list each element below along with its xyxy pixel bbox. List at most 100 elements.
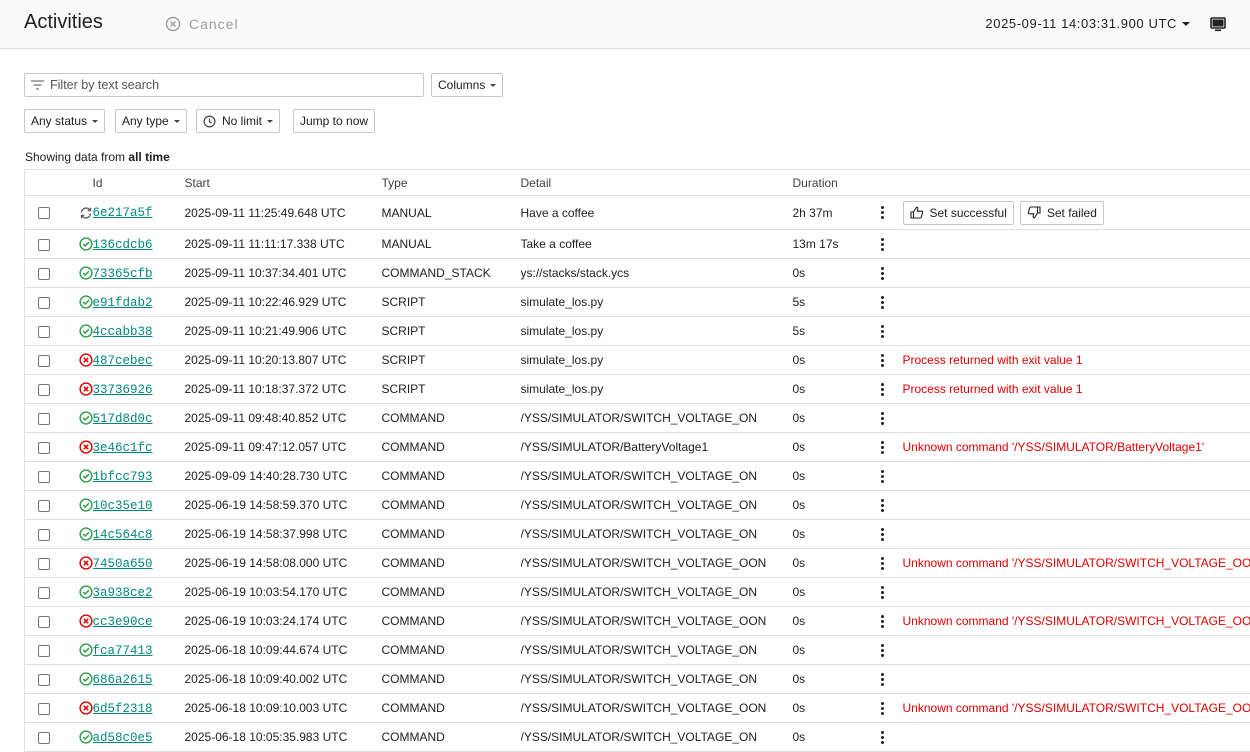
table-row[interactable]: cc3e90ce 2025-06-19 10:03:24.174 UTC COMMA… [24, 606, 1250, 636]
status-cell [61, 490, 93, 520]
table-row[interactable]: 686a2615 2025-06-18 10:09:40.002 UTC COMMA… [24, 664, 1250, 694]
table-row[interactable]: 136cdcb6 2025-09-11 11:11:17.338 UTC MANUA… [24, 229, 1250, 259]
jump-to-now-button[interactable]: Jump to now [293, 109, 376, 133]
column-header-start[interactable]: Start [184, 169, 382, 196]
more-vert-icon[interactable] [880, 613, 885, 630]
caret-down-icon [490, 83, 497, 87]
more-vert-icon[interactable] [880, 526, 885, 543]
more-vert-icon[interactable] [880, 381, 885, 398]
activity-id-link[interactable]: 136cdcb6 [93, 238, 153, 252]
table-row[interactable]: 7450a650 2025-06-19 14:58:08.000 UTC COMMA… [24, 548, 1250, 578]
row-checkbox[interactable] [38, 238, 50, 251]
activity-id-link[interactable]: 3a938ce2 [93, 586, 153, 600]
activity-id-link[interactable]: 3e46c1fc [93, 441, 153, 455]
table-row[interactable]: 3a938ce2 2025-06-19 10:03:54.170 UTC COMMA… [24, 577, 1250, 607]
row-checkbox[interactable] [38, 586, 50, 599]
row-checkbox[interactable] [38, 528, 50, 541]
more-vert-icon[interactable] [880, 555, 885, 572]
activity-id-link[interactable]: 73365cfb [93, 267, 153, 281]
table-row[interactable]: 6d5f2318 2025-06-18 10:09:10.003 UTC COMMA… [24, 693, 1250, 723]
column-header-detail[interactable]: Detail [520, 169, 793, 196]
more-vert-icon[interactable] [880, 642, 885, 659]
row-checkbox[interactable] [38, 644, 50, 657]
mission-time-dropdown[interactable]: 2025-09-11 14:03:31.900 UTC [985, 16, 1190, 31]
status-filter-button[interactable]: Any status [24, 109, 106, 133]
action-cell: Unknown command '/YSS/SIMULATOR/BatteryV… [902, 432, 1250, 462]
activity-id-link[interactable]: 1bfcc793 [93, 470, 153, 484]
more-vert-icon[interactable] [880, 265, 885, 282]
activity-id-link[interactable]: 7450a650 [93, 557, 153, 571]
table-row[interactable]: 6e217a5f 2025-09-11 11:25:49.648 UTC MANUA… [24, 195, 1250, 230]
row-checkbox[interactable] [38, 383, 50, 396]
table-row[interactable]: 4ccabb38 2025-09-11 10:21:49.906 UTC SCRIP… [24, 316, 1250, 346]
activity-id-link[interactable]: ad58c0e5 [93, 731, 153, 745]
status-cell [61, 693, 93, 723]
row-checkbox[interactable] [38, 441, 50, 454]
row-checkbox[interactable] [38, 557, 50, 570]
activity-id-link[interactable]: 6d5f2318 [93, 702, 153, 716]
activity-id-link[interactable]: 10c35e10 [93, 499, 153, 513]
more-vert-icon[interactable] [880, 294, 885, 311]
activity-id-link[interactable]: 517d8d0c [93, 412, 153, 426]
more-vert-icon[interactable] [880, 204, 885, 221]
type-filter-button[interactable]: Any type [115, 109, 187, 133]
column-header-duration[interactable]: Duration [792, 169, 881, 196]
more-vert-icon[interactable] [880, 700, 885, 717]
activity-id-link[interactable]: 4ccabb38 [93, 325, 153, 339]
table-row[interactable]: fca77413 2025-06-18 10:09:44.674 UTC COMMA… [24, 635, 1250, 665]
activity-id-link[interactable]: e91fdab2 [93, 296, 153, 310]
table-row[interactable]: 10c35e10 2025-06-19 14:58:59.370 UTC COMMA… [24, 490, 1250, 520]
more-vert-icon[interactable] [880, 584, 885, 601]
more-vert-icon[interactable] [880, 468, 885, 485]
fullscreen-monitor-icon[interactable] [1210, 17, 1226, 35]
set-failed-button[interactable]: Set failed [1019, 200, 1104, 225]
table-row[interactable]: 517d8d0c 2025-09-11 09:48:40.852 UTC COMMA… [24, 403, 1250, 433]
columns-button[interactable]: Columns [431, 73, 504, 97]
column-header-type[interactable]: Type [381, 169, 521, 196]
row-checkbox[interactable] [38, 325, 50, 338]
more-vert-icon[interactable] [880, 352, 885, 369]
more-vert-icon[interactable] [880, 439, 885, 456]
table-row[interactable]: ad58c0e5 2025-06-18 10:05:35.983 UTC COMMA… [24, 722, 1250, 752]
table-row[interactable]: 3e46c1fc 2025-09-11 09:47:12.057 UTC COMMA… [24, 432, 1250, 462]
row-checkbox[interactable] [38, 470, 50, 483]
more-vert-icon[interactable] [880, 729, 885, 746]
failure-message: Unknown command '/YSS/SIMULATOR/SWITCH_V… [902, 701, 1250, 715]
more-vert-icon[interactable] [880, 236, 885, 253]
activity-id-link[interactable]: cc3e90ce [93, 615, 153, 629]
activity-id-link[interactable]: fca77413 [93, 644, 153, 658]
row-checkbox[interactable] [38, 207, 50, 220]
activity-id-link[interactable]: 14c564c8 [93, 528, 153, 542]
activity-id-link[interactable]: 33736926 [93, 383, 153, 397]
table-row[interactable]: 73365cfb 2025-09-11 10:37:34.401 UTC COMMA… [24, 258, 1250, 288]
action-cell [902, 287, 1250, 317]
row-checkbox[interactable] [38, 354, 50, 367]
row-checkbox[interactable] [38, 615, 50, 628]
table-row[interactable]: 1bfcc793 2025-09-09 14:40:28.730 UTC COMMA… [24, 461, 1250, 491]
cancel-button[interactable]: Cancel [165, 16, 239, 32]
search-input[interactable]: Filter by text search [24, 73, 424, 97]
table-row[interactable]: 14c564c8 2025-06-19 14:58:37.998 UTC COMMA… [24, 519, 1250, 549]
row-checkbox[interactable] [38, 267, 50, 280]
type-cell: SCRIPT [381, 287, 521, 317]
row-checkbox[interactable] [38, 499, 50, 512]
more-vert-icon[interactable] [880, 410, 885, 427]
activity-id-link[interactable]: 487cebec [93, 354, 153, 368]
row-checkbox[interactable] [38, 702, 50, 715]
row-checkbox[interactable] [38, 296, 50, 309]
activity-id-link[interactable]: 6e217a5f [93, 206, 153, 220]
set-successful-button[interactable]: Set successful [902, 200, 1014, 225]
more-vert-icon[interactable] [880, 497, 885, 514]
row-checkbox[interactable] [38, 673, 50, 686]
table-row[interactable]: 487cebec 2025-09-11 10:20:13.807 UTC SCRIP… [24, 345, 1250, 375]
table-row[interactable]: e91fdab2 2025-09-11 10:22:46.929 UTC SCRIP… [24, 287, 1250, 317]
table-row[interactable]: 33736926 2025-09-11 10:18:37.372 UTC SCRIP… [24, 374, 1250, 404]
time-limit-button[interactable]: No limit [196, 109, 281, 133]
success-check-icon [78, 469, 93, 484]
more-vert-icon[interactable] [880, 671, 885, 688]
row-checkbox[interactable] [38, 731, 50, 744]
activity-id-link[interactable]: 686a2615 [93, 673, 153, 687]
row-checkbox[interactable] [38, 412, 50, 425]
column-header-id[interactable]: Id [92, 169, 185, 196]
more-vert-icon[interactable] [880, 323, 885, 340]
